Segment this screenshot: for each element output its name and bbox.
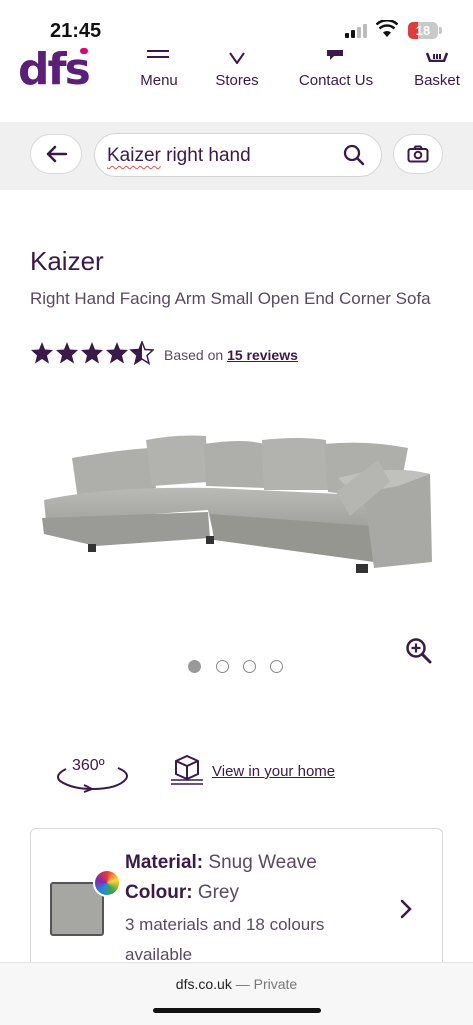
nav-stores-label: Stores [215, 72, 259, 89]
battery-level: 18 [415, 23, 431, 38]
material-row: Material: Snug Weave [125, 852, 317, 874]
back-button[interactable] [30, 134, 82, 174]
colour-row: Colour: Grey [125, 882, 239, 904]
search-query-word: Kaizer [107, 145, 161, 166]
pagination-dot[interactable] [216, 660, 229, 673]
signal-icon [345, 24, 369, 38]
rotate-360-label[interactable]: 360º [72, 757, 105, 775]
location-icon [229, 52, 245, 64]
view-in-home-link[interactable]: View in your home [212, 763, 335, 780]
basket-icon [426, 52, 448, 62]
reviews-summary: Based on 15 reviews [164, 347, 298, 363]
product-title: Kaizer [30, 246, 104, 276]
camera-icon [407, 145, 429, 163]
chat-icon [327, 50, 343, 60]
battery-icon: 18 [408, 22, 438, 39]
nav-basket[interactable]: Basket [409, 52, 465, 89]
logo-accent [80, 48, 88, 54]
status-time: 21:45 [50, 20, 102, 42]
search-query: Kaizer right hand [107, 145, 251, 167]
pagination-dot[interactable] [243, 660, 256, 673]
search-input[interactable]: Kaizer right hand [94, 133, 382, 177]
product-subtitle: Right Hand Facing Arm Small Open End Cor… [30, 289, 431, 308]
product-image[interactable] [38, 430, 434, 580]
chevron-right-icon[interactable] [398, 898, 414, 920]
search-query-rest: right hand [160, 145, 251, 166]
url-mode: — Private [231, 976, 298, 992]
colour-value: Grey [197, 882, 240, 903]
options-count: 3 materials and 18 colours available [125, 915, 325, 964]
reviews-link[interactable]: 15 reviews [227, 347, 298, 363]
nav-contact[interactable]: Contact Us [293, 50, 379, 89]
material-label: Material: [125, 852, 204, 873]
colour-label: Colour: [125, 882, 193, 903]
star-icon [31, 342, 53, 364]
pagination-dot[interactable] [270, 660, 283, 673]
browser-url[interactable]: dfs.co.uk — Private [0, 976, 473, 992]
url-domain: dfs.co.uk [175, 976, 232, 992]
star-icon [81, 342, 103, 364]
dfs-logo[interactable]: dfs [18, 48, 91, 92]
home-indicator[interactable] [153, 1008, 321, 1013]
search-icon[interactable] [343, 144, 365, 166]
pagination-dot[interactable] [188, 660, 201, 673]
colour-wheel-icon [93, 869, 121, 897]
half-star-icon [130, 341, 154, 365]
star-icon [56, 342, 78, 364]
nav-stores[interactable]: Stores [212, 52, 262, 89]
reviews-prefix: Based on [164, 347, 224, 363]
wifi-icon [376, 20, 398, 37]
ar-cube-icon[interactable] [170, 754, 204, 786]
camera-search-button[interactable] [393, 134, 443, 174]
nav-menu-label: Menu [140, 72, 178, 89]
nav-contact-label: Contact Us [298, 72, 374, 89]
battery-tip [439, 27, 442, 34]
zoom-in-icon[interactable] [405, 637, 433, 665]
browser-bar [0, 962, 473, 1025]
nav-menu[interactable]: Menu [137, 50, 181, 89]
back-arrow-icon [46, 145, 67, 163]
nav-basket-label: Basket [414, 72, 460, 89]
rating-stars [31, 341, 154, 365]
star-icon [106, 342, 128, 364]
material-value: Snug Weave [208, 852, 317, 873]
